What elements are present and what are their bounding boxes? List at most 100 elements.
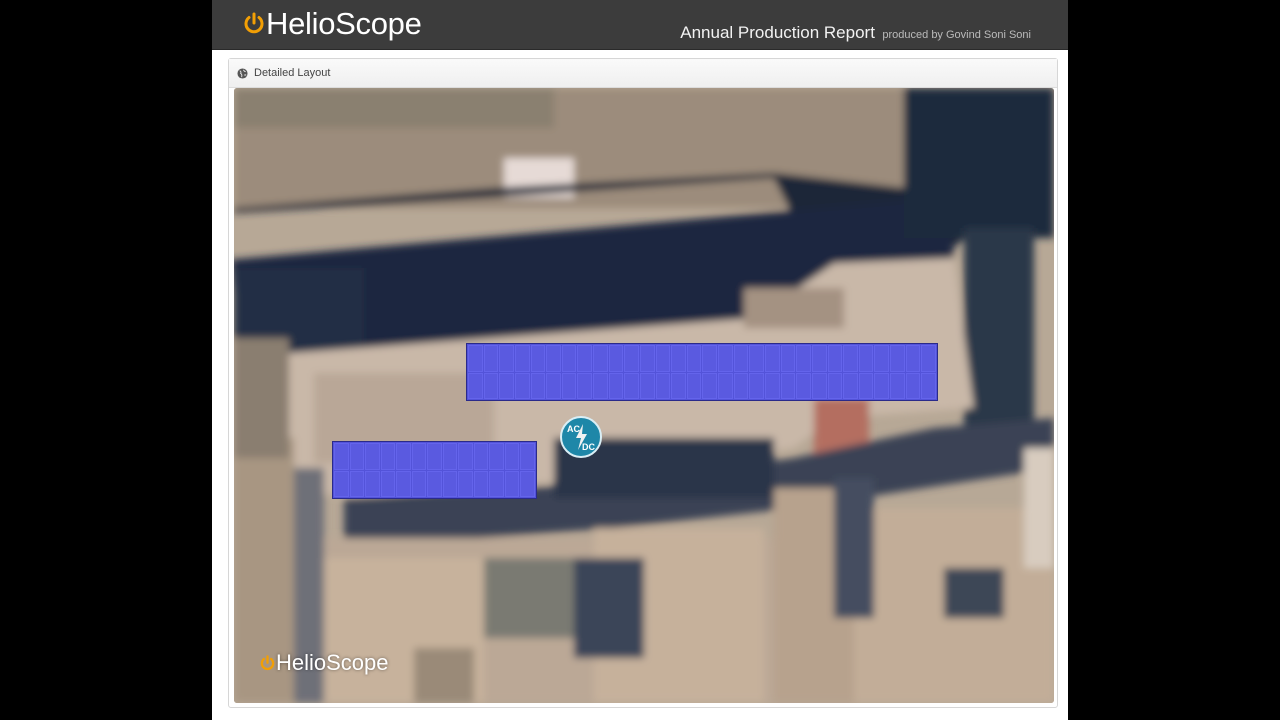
solar-module	[686, 372, 702, 399]
power-icon	[260, 654, 275, 670]
solar-module	[655, 345, 671, 372]
solar-module	[624, 345, 639, 372]
report-heading: Annual Production Report produced by Gov…	[680, 23, 1031, 43]
solar-module	[427, 443, 442, 470]
solar-module	[514, 372, 530, 399]
solar-module	[396, 443, 411, 470]
solar-module	[442, 443, 458, 470]
solar-module	[577, 372, 593, 399]
header-bar: HelioScope Annual Production Report prod…	[212, 0, 1068, 50]
watermark-text: HelioScope	[276, 650, 389, 675]
solar-module	[520, 443, 535, 470]
solar-module	[796, 345, 811, 372]
solar-array-south[interactable]	[332, 441, 537, 499]
solar-module	[489, 470, 504, 497]
solar-module	[655, 372, 671, 399]
report-page: HelioScope Annual Production Report prod…	[212, 0, 1068, 720]
solar-module	[765, 345, 780, 372]
solar-module	[473, 470, 489, 497]
solar-module	[905, 345, 921, 372]
solar-module	[874, 372, 890, 399]
solar-module	[504, 470, 520, 497]
solar-module	[718, 372, 733, 399]
solar-module	[396, 470, 411, 497]
solar-module	[890, 345, 905, 372]
solar-module	[468, 372, 483, 399]
solar-module	[489, 443, 504, 470]
solar-module	[514, 345, 530, 372]
solar-module	[546, 345, 561, 372]
solar-array-north[interactable]	[466, 343, 938, 401]
solar-module	[733, 345, 749, 372]
solar-module	[334, 470, 349, 497]
solar-module	[811, 372, 827, 399]
solar-module	[349, 443, 365, 470]
solar-module	[624, 372, 639, 399]
solar-module	[702, 345, 718, 372]
solar-module	[608, 345, 624, 372]
solar-module	[483, 345, 499, 372]
satellite-map[interactable]: AC DC HelioScope	[234, 88, 1054, 703]
solar-module	[639, 372, 655, 399]
solar-module	[765, 372, 780, 399]
solar-module	[749, 372, 765, 399]
solar-module	[334, 443, 349, 470]
solar-module	[686, 345, 702, 372]
inverter-ac-label: AC	[567, 424, 580, 434]
panel-title: Detailed Layout	[254, 67, 331, 79]
solar-module	[427, 470, 442, 497]
report-title: Annual Production Report	[680, 23, 875, 42]
solar-module	[561, 345, 577, 372]
solar-module	[718, 345, 733, 372]
solar-module	[473, 443, 489, 470]
solar-module	[608, 372, 624, 399]
solar-module	[671, 372, 686, 399]
solar-module	[499, 372, 514, 399]
solar-module	[546, 372, 561, 399]
solar-module	[827, 345, 843, 372]
solar-module	[733, 372, 749, 399]
solar-module	[843, 372, 858, 399]
solar-module	[468, 345, 483, 372]
solar-module	[499, 345, 514, 372]
solar-module	[905, 372, 921, 399]
brand-name: HelioScope	[266, 6, 422, 41]
solar-module	[827, 372, 843, 399]
solar-module	[411, 470, 427, 497]
solar-module	[380, 470, 396, 497]
solar-module	[702, 372, 718, 399]
solar-module	[380, 443, 396, 470]
solar-module	[520, 470, 535, 497]
solar-module	[577, 345, 593, 372]
solar-module	[458, 443, 473, 470]
solar-module	[780, 372, 796, 399]
helioscope-watermark: HelioScope	[259, 650, 389, 676]
solar-module	[780, 345, 796, 372]
solar-module	[671, 345, 686, 372]
solar-module	[593, 345, 608, 372]
power-icon	[244, 12, 264, 34]
solar-module	[561, 372, 577, 399]
solar-module	[890, 372, 905, 399]
solar-module	[530, 345, 546, 372]
solar-module	[530, 372, 546, 399]
detailed-layout-panel: Detailed Layout AC DC HelioScope	[228, 58, 1058, 708]
solar-module	[442, 470, 458, 497]
helioscope-logo: HelioScope	[242, 6, 422, 42]
produced-by: produced by Govind Soni Soni	[882, 29, 1031, 41]
solar-module	[365, 443, 380, 470]
solar-module	[921, 345, 936, 372]
panel-header: Detailed Layout	[229, 59, 1057, 88]
solar-module	[365, 470, 380, 497]
solar-module	[811, 345, 827, 372]
solar-module	[796, 372, 811, 399]
solar-module	[858, 372, 874, 399]
solar-module	[749, 345, 765, 372]
inverter-icon[interactable]: AC DC	[559, 415, 603, 459]
solar-module	[349, 470, 365, 497]
solar-module	[504, 443, 520, 470]
solar-module	[921, 372, 936, 399]
solar-module	[874, 345, 890, 372]
solar-module	[411, 443, 427, 470]
solar-module	[458, 470, 473, 497]
